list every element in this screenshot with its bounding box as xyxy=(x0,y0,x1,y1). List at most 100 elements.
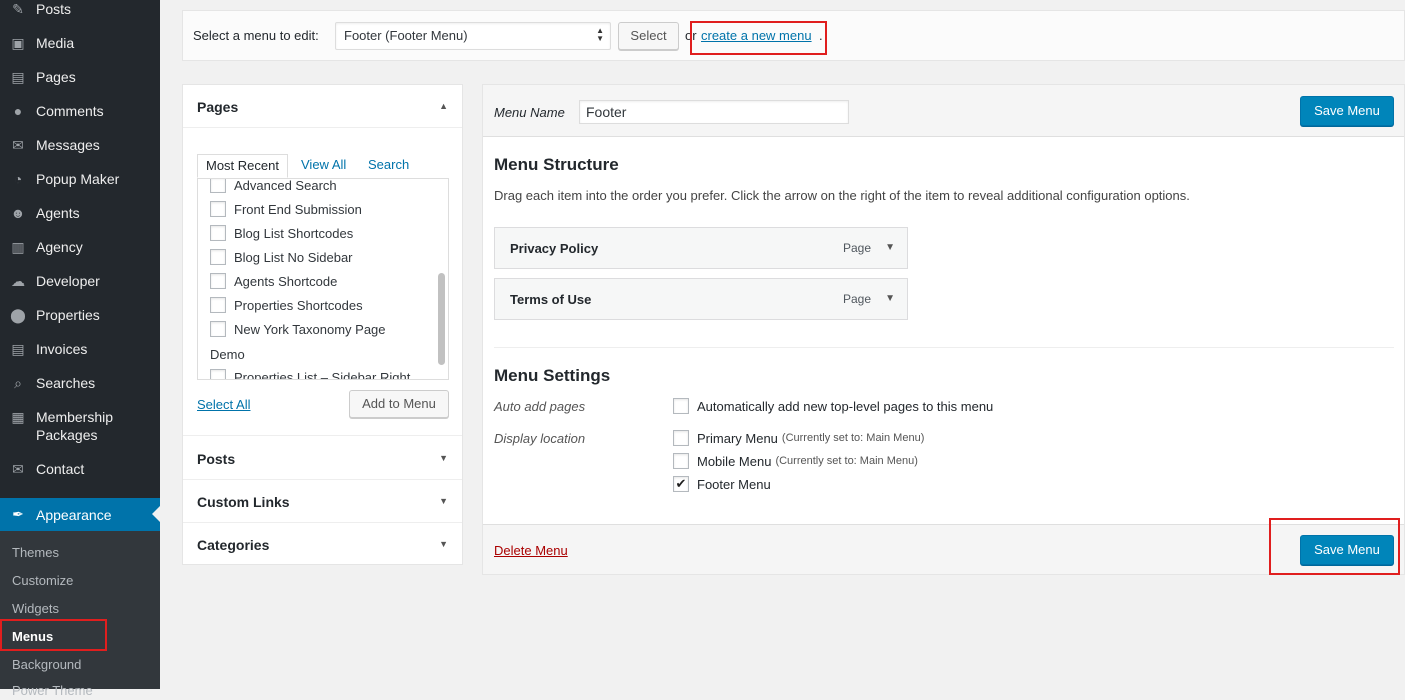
accordion-section-custom-links[interactable]: Custom Links ▼ xyxy=(183,480,462,523)
sidebar-item-label: Agency xyxy=(36,239,83,255)
mobile-menu-checkbox[interactable] xyxy=(673,453,689,469)
envelope-icon: ✉ xyxy=(12,137,24,153)
menu-item-title: Terms of Use xyxy=(510,292,592,307)
sidebar-item-agents[interactable]: ☻ Agents xyxy=(0,204,160,222)
list-item[interactable]: Advanced Search xyxy=(210,178,337,193)
add-to-menu-button[interactable]: Add to Menu xyxy=(349,390,449,418)
checkbox[interactable] xyxy=(210,201,226,217)
sidebar-item-label: Posts xyxy=(36,1,72,17)
sidebar-item-contact[interactable]: ✉ Contact xyxy=(0,460,160,478)
paintbrush-icon: ✒ xyxy=(12,506,24,522)
checkmark-icon: ✔ xyxy=(675,476,687,491)
sidebar-item-media[interactable]: ▣ Media xyxy=(0,34,160,52)
sidebar-item-messages[interactable]: ✉ Messages xyxy=(0,136,160,154)
page-checklist[interactable]: Advanced Search Front End Submission Blo… xyxy=(197,178,449,380)
list-item[interactable]: Properties Shortcodes xyxy=(210,297,363,313)
appearance-submenu: Themes Customize Widgets Menus Backgroun… xyxy=(0,531,160,698)
mail-icon: ✉ xyxy=(12,461,24,477)
checkbox[interactable] xyxy=(210,249,226,265)
section-title: Categories xyxy=(197,537,270,553)
building-icon: ▥ xyxy=(11,239,25,255)
sidebar-item-posts[interactable]: ✎ Posts xyxy=(0,0,160,18)
menu-select-value: Footer (Footer Menu) xyxy=(344,28,468,43)
sidebar-item-popup-maker[interactable]: ◔ Popup Maker xyxy=(0,170,160,188)
sidebar-item-pages[interactable]: ▤ Pages xyxy=(0,68,160,86)
sidebar-item-searches[interactable]: ⌕ Searches xyxy=(0,374,160,392)
list-item-label: Advanced Search xyxy=(234,178,337,193)
sidebar-item-label: Messages xyxy=(36,137,100,153)
sidebar-item-label: Invoices xyxy=(36,341,88,357)
submenu-item-widgets[interactable]: Widgets xyxy=(12,600,59,618)
submenu-item-power-theme[interactable]: Power Theme xyxy=(12,682,93,700)
sidebar-item-label: Agents xyxy=(36,205,80,221)
or-text: or xyxy=(685,28,697,43)
location-mobile-menu[interactable]: Mobile Menu (Currently set to: Main Menu… xyxy=(673,453,918,469)
menu-structure-description: Drag each item into the order you prefer… xyxy=(494,188,1190,203)
select-button[interactable]: Select xyxy=(618,22,679,50)
menu-edit-panel: Menu Name Footer Save Menu Menu Structur… xyxy=(482,84,1405,575)
select-arrows-icon: ▲ ▼ xyxy=(596,26,604,43)
accordion-section-posts[interactable]: Posts ▼ xyxy=(183,437,462,480)
accordion-section-categories[interactable]: Categories ▼ xyxy=(183,523,462,566)
list-item-label: Properties List – Sidebar Right xyxy=(234,369,411,380)
tab-view-all[interactable]: View All xyxy=(301,154,346,178)
auto-add-checkbox[interactable] xyxy=(673,398,689,414)
location-primary-menu[interactable]: Primary Menu (Currently set to: Main Men… xyxy=(673,430,924,446)
create-link-suffix: . xyxy=(819,28,823,43)
expand-arrow-icon[interactable]: ▼ xyxy=(885,293,895,304)
sidebar-item-comments[interactable]: ● Comments xyxy=(0,102,160,120)
select-menu-label: Select a menu to edit: xyxy=(193,28,319,43)
checkbox[interactable] xyxy=(210,369,226,379)
submenu-item-customize[interactable]: Customize xyxy=(12,572,73,590)
sidebar-item-developer[interactable]: ☁ Developer xyxy=(0,272,160,290)
create-new-menu-link[interactable]: create a new menu xyxy=(701,28,812,43)
checkbox[interactable] xyxy=(210,321,226,337)
list-item-label: Blog List No Sidebar xyxy=(234,249,353,265)
display-location-label: Display location xyxy=(494,431,586,446)
sidebar-item-label: Appearance xyxy=(36,506,112,523)
checkbox[interactable] xyxy=(210,273,226,289)
comment-icon: ● xyxy=(13,103,23,119)
list-item[interactable]: Front End Submission xyxy=(210,201,362,217)
scrollbar-thumb[interactable] xyxy=(438,273,445,365)
page-icon: ▤ xyxy=(11,69,25,85)
expand-arrow-icon[interactable]: ▼ xyxy=(885,242,895,253)
save-menu-button-bottom[interactable]: Save Menu xyxy=(1300,535,1394,565)
sidebar-item-membership-packages[interactable]: ▦ Membership Packages xyxy=(0,408,160,444)
accordion-section-pages[interactable]: Pages ▲ xyxy=(183,85,462,128)
checkbox[interactable] xyxy=(210,297,226,313)
list-item[interactable]: Blog List Shortcodes xyxy=(210,225,353,241)
list-item[interactable]: Properties List – Sidebar Right xyxy=(210,369,411,380)
submenu-item-background[interactable]: Background xyxy=(12,656,81,674)
list-item[interactable]: Agents Shortcode xyxy=(210,273,337,289)
section-title: Posts xyxy=(197,451,236,467)
manage-menus-bar: Select a menu to edit: Footer (Footer Me… xyxy=(182,10,1405,61)
list-item[interactable]: Blog List No Sidebar xyxy=(210,249,353,265)
sidebar-item-appearance[interactable]: ✒ Appearance xyxy=(0,498,160,531)
delete-menu-link[interactable]: Delete Menu xyxy=(494,543,568,558)
submenu-item-themes[interactable]: Themes xyxy=(12,544,59,562)
menu-item-privacy-policy[interactable]: Privacy Policy Page ▼ xyxy=(494,227,908,269)
sidebar-item-invoices[interactable]: ▤ Invoices xyxy=(0,340,160,358)
location-footer-menu[interactable]: ✔ Footer Menu xyxy=(673,476,771,492)
sidebar-item-properties[interactable]: ⬤ Properties xyxy=(0,306,160,324)
menu-select-dropdown[interactable]: Footer (Footer Menu) ▲ ▼ xyxy=(335,22,611,50)
scrollbar[interactable] xyxy=(437,181,446,377)
checkbox[interactable] xyxy=(210,179,226,193)
sidebar-item-label: Searches xyxy=(36,375,96,391)
auto-add-option[interactable]: Automatically add new top-level pages to… xyxy=(673,398,993,414)
select-all-link[interactable]: Select All xyxy=(197,397,250,412)
primary-menu-checkbox[interactable] xyxy=(673,430,689,446)
list-item[interactable]: New York Taxonomy Page xyxy=(210,321,386,337)
sidebar-item-agency[interactable]: ▥ Agency xyxy=(0,238,160,256)
menu-item-terms-of-use[interactable]: Terms of Use Page ▼ xyxy=(494,278,908,320)
save-menu-button-top[interactable]: Save Menu xyxy=(1300,96,1394,126)
footer-menu-checkbox[interactable]: ✔ xyxy=(673,476,689,492)
tab-search[interactable]: Search xyxy=(368,154,409,178)
sidebar-item-label: Contact xyxy=(36,461,85,477)
section-title: Pages xyxy=(197,99,239,115)
checkbox[interactable] xyxy=(210,225,226,241)
tab-most-recent[interactable]: Most Recent xyxy=(197,154,288,178)
submenu-item-menus[interactable]: Menus xyxy=(12,628,53,646)
menu-name-input[interactable]: Footer xyxy=(579,100,849,124)
